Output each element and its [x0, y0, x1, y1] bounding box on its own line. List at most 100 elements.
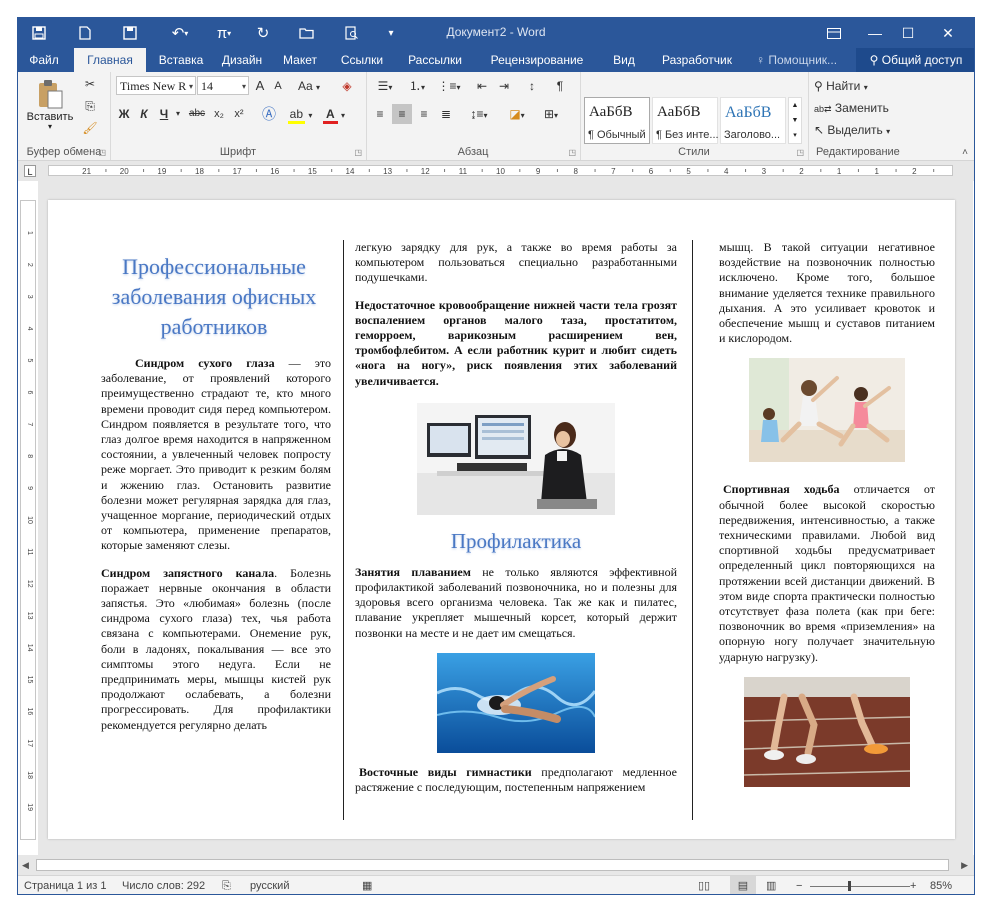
- tab-insert[interactable]: Вставка: [150, 48, 212, 72]
- paragraph-launcher-icon[interactable]: ◳: [568, 148, 576, 157]
- scroll-left-icon[interactable]: ◀: [22, 860, 29, 871]
- read-mode-icon[interactable]: ▯▯: [698, 876, 710, 894]
- find-button[interactable]: ⚲ Найти ▾: [814, 76, 868, 96]
- tab-design[interactable]: Дизайн: [214, 48, 270, 72]
- web-layout-icon[interactable]: ▥: [766, 876, 776, 894]
- zoom-out-icon[interactable]: −: [796, 876, 802, 894]
- document-area: Профессиональные заболевания офисных раб…: [38, 181, 973, 855]
- yoga-photo: [749, 358, 905, 463]
- language[interactable]: русский: [250, 876, 289, 894]
- select-button[interactable]: ↖ Выделить ▾: [814, 120, 890, 140]
- underline-dropdown-icon[interactable]: ▾: [174, 104, 182, 124]
- italic-button[interactable]: К: [136, 104, 152, 124]
- share-button[interactable]: ⚲ Общий доступ: [856, 48, 974, 72]
- clipboard-launcher-icon[interactable]: ◳: [98, 148, 106, 157]
- font-size-combo[interactable]: 14 ▾: [197, 76, 249, 95]
- scroll-right-icon[interactable]: ▶: [961, 860, 968, 871]
- text-effects-icon[interactable]: Ⓐ: [258, 104, 280, 124]
- change-case-button[interactable]: Aa ▾: [294, 76, 324, 96]
- cut-icon[interactable]: ✂: [80, 74, 100, 94]
- decrease-indent-icon[interactable]: ⇤: [472, 76, 492, 96]
- subscript-button[interactable]: x₂: [210, 104, 228, 124]
- tab-file[interactable]: Файл: [18, 48, 70, 72]
- tab-developer[interactable]: Разработчик: [650, 48, 744, 72]
- collapse-ribbon-icon[interactable]: ˄: [962, 147, 968, 158]
- zoom-in-icon[interactable]: +: [910, 876, 916, 894]
- style-no-spacing[interactable]: АаБбВ ¶ Без инте...: [652, 97, 719, 144]
- close-icon[interactable]: ✕: [928, 18, 968, 48]
- font-launcher-icon[interactable]: ◳: [354, 148, 362, 157]
- print-layout-icon[interactable]: ▤: [730, 876, 756, 894]
- font-name-combo[interactable]: Times New R ▾: [116, 76, 196, 95]
- horizontal-ruler-track[interactable]: 21 20 19 18 17 16 15 14 13 12 11 10 9 8 7 6 5 4 3 2 1 1 2: [48, 165, 953, 176]
- clear-formatting-icon[interactable]: ◈: [338, 76, 356, 96]
- style-heading1[interactable]: АаБбВ Заголово...: [720, 97, 786, 144]
- line-spacing-icon[interactable]: ↨≡▾: [464, 104, 494, 124]
- vertical-ruler[interactable]: 1 2 3 4 5 6 7 8 9 10 11 12 13 14 15 16 17 18 19: [20, 200, 36, 840]
- tab-references[interactable]: Ссылки: [336, 48, 388, 72]
- format-painter-icon[interactable]: 🖌: [80, 118, 100, 138]
- borders-icon[interactable]: ⊞▾: [536, 104, 566, 124]
- macro-icon[interactable]: ▦: [362, 876, 372, 894]
- status-bar: Страница 1 из 1 Число слов: 292 ⎘ русски…: [18, 875, 974, 894]
- ruler-label: 1: [837, 167, 842, 175]
- word-count[interactable]: Число слов: 292: [122, 876, 205, 894]
- ruler-label: 3: [762, 167, 767, 175]
- horizontal-scrollbar[interactable]: ◀ ▶: [18, 855, 974, 875]
- maximize-icon[interactable]: ☐: [888, 18, 928, 48]
- ruler-label: 9: [536, 167, 541, 175]
- strikethrough-button[interactable]: abc: [186, 104, 208, 124]
- zoom-slider-thumb[interactable]: [848, 881, 851, 891]
- ribbon-options-icon[interactable]: [814, 18, 854, 48]
- sort-icon[interactable]: ↕: [522, 76, 542, 96]
- align-right-icon[interactable]: ≡: [414, 104, 434, 124]
- ruler-tick: [481, 169, 483, 172]
- zoom-slider[interactable]: [810, 886, 910, 887]
- bold-button[interactable]: Ж: [116, 104, 132, 124]
- tell-me-label: Помощник...: [768, 53, 838, 67]
- clipboard-group: Вставить ▾ ✂ ⎘ 🖌 Буфер обмена ◳: [18, 72, 111, 160]
- vruler-label: 17: [26, 739, 33, 747]
- bullets-icon[interactable]: ☰▾: [370, 76, 400, 96]
- font-color-button[interactable]: A ▾: [320, 104, 348, 124]
- increase-indent-icon[interactable]: ⇥: [494, 76, 514, 96]
- paste-button[interactable]: Вставить ▾: [24, 76, 76, 134]
- align-left-icon[interactable]: ≡: [370, 104, 390, 124]
- page-count[interactable]: Страница 1 из 1: [24, 876, 106, 894]
- tab-mailings[interactable]: Рассылки: [402, 48, 468, 72]
- ruler-label: 16: [270, 167, 279, 175]
- zoom-level[interactable]: 85%: [930, 876, 952, 894]
- styles-launcher-icon[interactable]: ◳: [796, 148, 804, 157]
- paragraph-group: ☰▾ ⒈▾ ⋮≡▾ ⇤ ⇥ ↕ ¶ ≡ ≡ ≡ ≣ ↨≡▾ ◪▾ ⊞▾ Абза…: [366, 72, 581, 160]
- justify-icon[interactable]: ≣: [436, 104, 456, 124]
- ruler-tick: [820, 169, 822, 172]
- word-window: ↶ ▾ π ▾ ↻ ▾ Документ2 - Word — ☐ ✕ Файл …: [17, 17, 975, 895]
- style-normal[interactable]: АаБбВ ¶ Обычный: [584, 97, 650, 144]
- copy-icon[interactable]: ⎘: [80, 96, 100, 116]
- tab-home[interactable]: Главная: [74, 48, 146, 72]
- multilevel-list-icon[interactable]: ⋮≡▾: [434, 76, 464, 96]
- superscript-button[interactable]: x²: [230, 104, 248, 124]
- tab-review[interactable]: Рецензирование: [480, 48, 594, 72]
- align-center-icon[interactable]: ≡: [392, 104, 412, 124]
- styles-scroll[interactable]: ▲ ▼ ▾: [788, 97, 802, 144]
- highlight-color-button[interactable]: ab ▾: [286, 104, 314, 124]
- tab-view[interactable]: Вид: [606, 48, 642, 72]
- shading-icon[interactable]: ◪▾: [502, 104, 532, 124]
- tab-selector-icon[interactable]: L: [24, 165, 36, 177]
- numbering-icon[interactable]: ⒈▾: [402, 76, 432, 96]
- document-page[interactable]: Профессиональные заболевания офисных раб…: [48, 200, 955, 839]
- vruler-label: 11: [26, 548, 33, 555]
- shrink-font-button[interactable]: A: [270, 76, 286, 96]
- replace-button[interactable]: ab⇄ Заменить: [814, 98, 889, 118]
- proofing-icon[interactable]: ⎘: [222, 876, 231, 894]
- font-size-value: 14: [201, 79, 213, 93]
- tab-layout[interactable]: Макет: [276, 48, 324, 72]
- show-marks-icon[interactable]: ¶: [550, 76, 570, 96]
- style-no-spacing-sample: АаБбВ: [657, 104, 701, 120]
- tell-me-search[interactable]: ♀ Помощник...: [756, 48, 837, 72]
- underline-button[interactable]: Ч: [156, 104, 172, 124]
- grow-font-button[interactable]: A: [252, 76, 268, 96]
- scrollbar-track[interactable]: [36, 859, 949, 871]
- grow-font-label: A: [255, 78, 265, 93]
